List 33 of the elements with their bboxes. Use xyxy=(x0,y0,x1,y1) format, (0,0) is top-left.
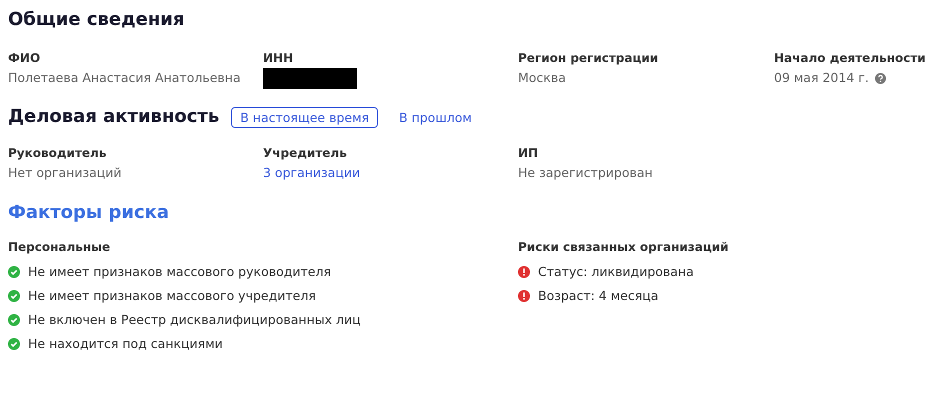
exclamation-icon xyxy=(518,290,530,302)
group-title: Персональные xyxy=(8,239,112,256)
field-label: Начало деятельности xyxy=(774,50,927,67)
section-title: Общие сведения xyxy=(8,8,186,32)
risk-item: Не включен в Реестр дисквалифицированных лиц xyxy=(28,311,361,329)
field-label: ИНН xyxy=(263,50,294,67)
period-tab[interactable]: В настоящее время xyxy=(231,106,378,128)
field-value: 09 мая 2014 г. xyxy=(774,69,869,87)
field-label: Регион регистрации xyxy=(518,50,660,67)
help-icon[interactable] xyxy=(874,72,886,84)
check-icon xyxy=(8,314,20,326)
risk-item: Статус: ликвидирована xyxy=(538,263,694,281)
field-label: ИП xyxy=(518,145,540,162)
risk-item: Возраст: 4 месяца xyxy=(538,287,658,305)
field-label: ФИО xyxy=(8,50,42,67)
field-label: Руководитель xyxy=(8,145,108,162)
field-label: Учредитель xyxy=(263,145,348,162)
organizations-link[interactable]: 3 организации xyxy=(263,163,360,183)
field-value: Полетаева Анастасия Анатольевна xyxy=(8,69,241,87)
field-value: Не зарегистрирован xyxy=(518,164,653,182)
check-icon xyxy=(8,266,20,278)
check-icon xyxy=(8,338,20,350)
risk-item: Не находится под санкциями xyxy=(28,335,223,353)
field-value: Москва xyxy=(518,69,566,87)
field-value: Нет организаций xyxy=(8,164,122,182)
section-title: Деловая активность xyxy=(8,105,220,129)
risk-item: Не имеет признаков массового руководителя xyxy=(28,263,331,281)
section-title: Факторы риска xyxy=(8,201,170,225)
group-title: Риски связанных организаций xyxy=(518,239,730,256)
check-icon xyxy=(8,290,20,302)
period-tab[interactable]: В прошлом xyxy=(390,106,481,128)
risk-item: Не имеет признаков массового учредителя xyxy=(28,287,316,305)
exclamation-icon xyxy=(518,266,530,278)
